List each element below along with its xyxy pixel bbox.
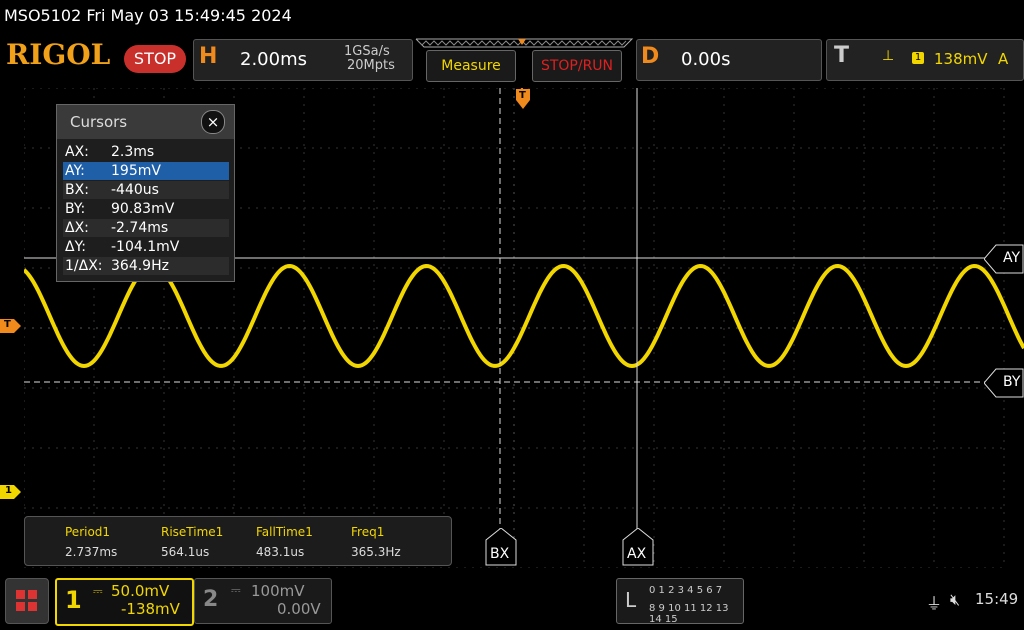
ax-label: AX [627, 546, 647, 562]
logic-panel[interactable]: L 0 1 2 3 4 5 6 7 8 9 10 11 12 13 14 15 [616, 578, 744, 625]
trigger-letter: T [834, 43, 850, 68]
cursor-value: 195mV [111, 163, 161, 179]
timebase-value: 2.00ms [240, 49, 307, 70]
delay-value: 0.00s [681, 49, 731, 70]
memory-depth: 20Mpts [347, 58, 395, 73]
dc-coupling-icon: ⎓ [231, 583, 241, 597]
measure-label: RiseTime1 [161, 525, 224, 539]
title-text: MSO5102 Fri May 03 15:49:45 2024 [4, 6, 292, 25]
speaker-muted-icon[interactable]: 🔇︎ [950, 590, 960, 610]
trigger-source-badge: 1 [912, 52, 924, 64]
cursor-value: -440us [111, 182, 159, 198]
cursor-value: -2.74ms [111, 220, 169, 236]
cursors-panel: Cursors × AX: 2.3ms AY: 195mV BX: -440us BY… [56, 104, 235, 282]
cursor-key: BX: [65, 182, 89, 198]
cursors-header: Cursors × [57, 105, 234, 139]
rising-edge-icon: ⊥ [882, 48, 895, 64]
channel2-number: 2 [203, 587, 219, 612]
channel2-panel[interactable]: 2 ⎓ 100mV 0.00V [194, 578, 332, 624]
menu-button[interactable] [5, 578, 49, 624]
measure-label: Freq1 [351, 525, 385, 539]
cursor-key: ΔX: [65, 220, 89, 236]
channel1-scale: 50.0mV [111, 582, 170, 600]
logic-channels-row2: 8 9 10 11 12 13 14 15 [649, 603, 729, 625]
cursor-value: 364.9Hz [111, 258, 169, 274]
cursor-row-dx: ΔX: -2.74ms [63, 219, 229, 237]
run-state-badge[interactable]: STOP [124, 45, 186, 73]
cursor-key: AX: [65, 144, 89, 160]
trigger-panel[interactable] [826, 39, 1024, 81]
bx-label: BX [490, 546, 510, 562]
cursor-row-inv-dx: 1/ΔX: 364.9Hz [63, 257, 229, 275]
logic-channels-row1: 0 1 2 3 4 5 6 7 [649, 585, 723, 596]
measure-value: 365.3Hz [351, 545, 401, 559]
cursor-key: AY: [65, 163, 85, 179]
cursor-row-bx: BX: -440us [63, 181, 229, 199]
cursors-title: Cursors [70, 113, 128, 131]
cursor-value: -104.1mV [111, 239, 180, 255]
stop-run-button[interactable]: STOP/RUN [532, 50, 622, 82]
channel2-offset: 0.00V [277, 600, 321, 618]
cursor-value: 2.3ms [111, 144, 155, 160]
measure-button[interactable]: Measure [426, 50, 516, 82]
rigol-logo: RIGOL [6, 38, 111, 71]
cursor-row-dy: ΔY: -104.1mV [63, 238, 229, 256]
logic-letter: L [625, 588, 637, 612]
trigger-mode: A [998, 50, 1009, 68]
cursor-row-ay[interactable]: AY: 195mV [63, 162, 229, 180]
measure-value: 483.1us [256, 545, 305, 559]
measure-value: 2.737ms [65, 545, 118, 559]
horizontal-letter: H [199, 44, 218, 69]
dc-coupling-icon: ⎓ [93, 584, 103, 598]
ay-label: AY [1003, 250, 1021, 266]
by-label: BY [1003, 374, 1021, 390]
measure-value: 564.1us [161, 545, 210, 559]
measure-label: FallTime1 [256, 525, 313, 539]
trigger-level: 138mV [934, 50, 988, 68]
cursor-row-by: BY: 90.83mV [63, 200, 229, 218]
trigger-time-marker-label: T [519, 90, 526, 101]
cursor-key: BY: [65, 201, 86, 217]
channel1-offset: -138mV [121, 600, 180, 618]
measurement-panel[interactable]: Period1 2.737ms RiseTime1 564.1us FallTi… [24, 516, 452, 566]
delay-letter: D [641, 44, 660, 69]
cursor-key: ΔY: [65, 239, 86, 255]
status-clock: 15:49 [975, 590, 1019, 608]
usb-icon: ⏚ [926, 594, 943, 613]
cursor-row-ax: AX: 2.3ms [63, 143, 229, 161]
grid-menu-icon [16, 590, 37, 611]
cursor-value: 90.83mV [111, 201, 175, 217]
sample-rate: 1GSa/s [344, 44, 390, 59]
close-icon[interactable]: × [201, 110, 225, 134]
cursor-key: 1/ΔX: [65, 258, 103, 274]
title-bar: MSO5102 Fri May 03 15:49:45 2024 [0, 0, 1024, 34]
channel1-panel[interactable]: 1 ⎓ 50.0mV -138mV [55, 578, 194, 626]
channel2-scale: 100mV [251, 582, 305, 600]
channel1-ground-marker-label: 1 [5, 485, 12, 496]
trigger-level-marker-label: T [4, 319, 11, 330]
measure-label: Period1 [65, 525, 111, 539]
channel1-number: 1 [65, 586, 82, 614]
